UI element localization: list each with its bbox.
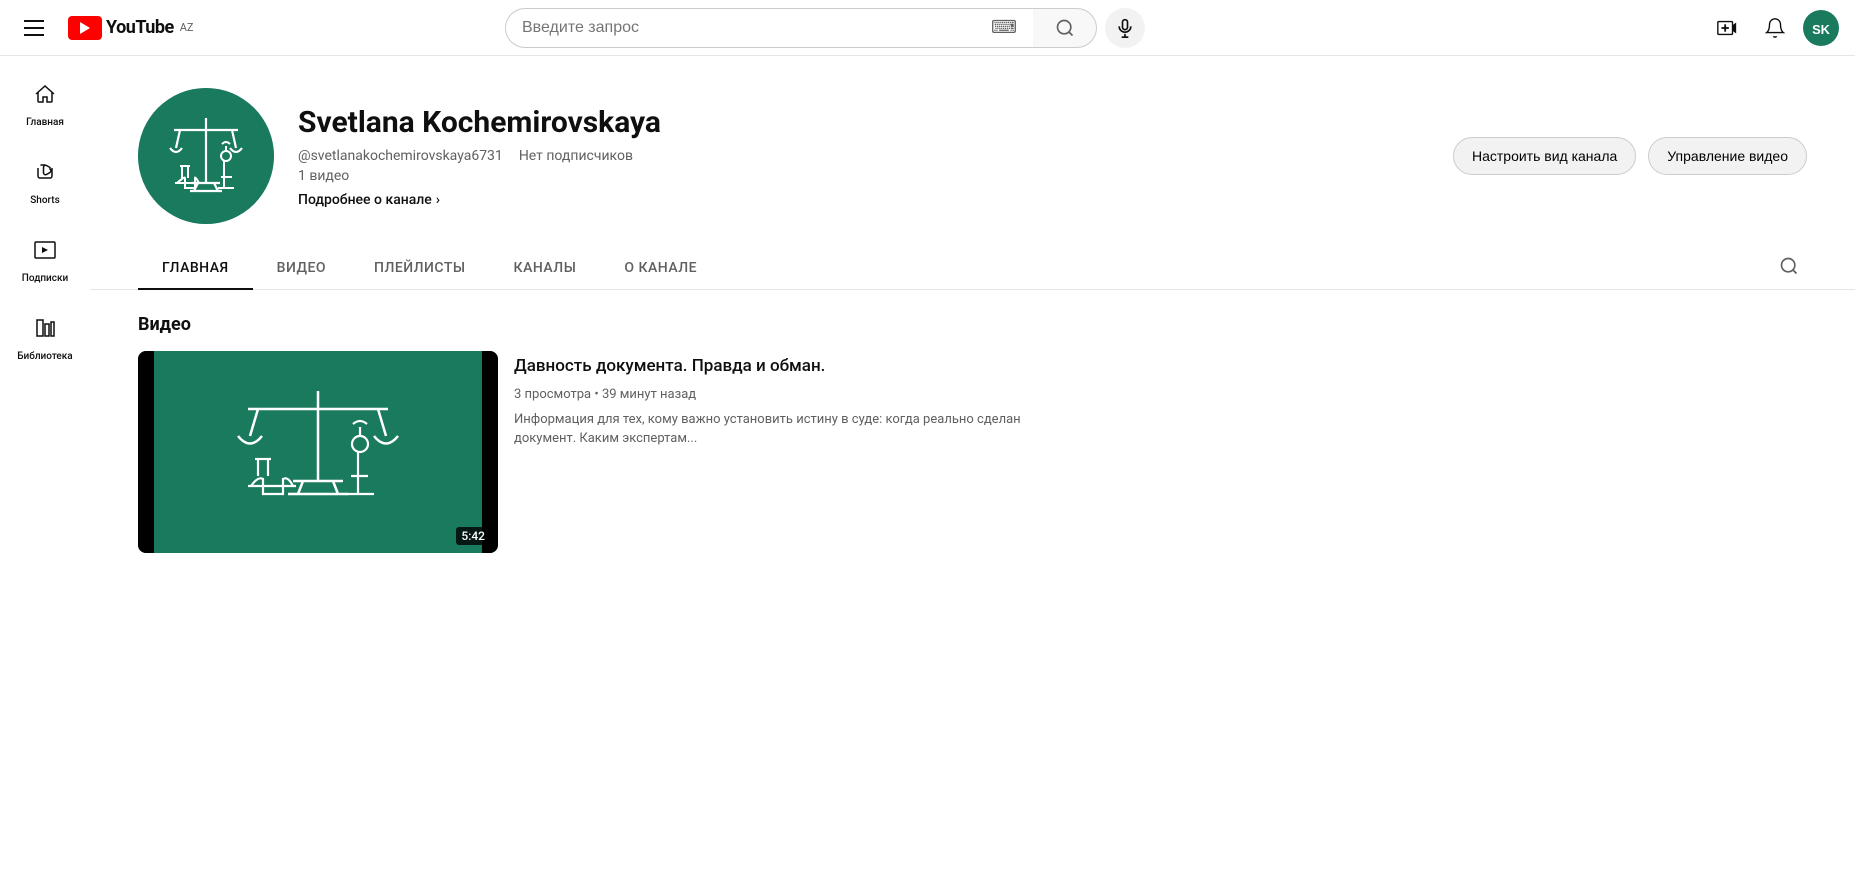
video-thumbnail[interactable]: 5:42	[138, 351, 498, 553]
channel-nav-videos[interactable]: ВИДЕО	[253, 248, 350, 290]
channel-meta: @svetlanakochemirovskaya6731 Нет подписч…	[298, 148, 1429, 164]
mic-icon	[1115, 18, 1135, 38]
search-form: ⌨	[505, 8, 1097, 48]
channel-videos-count: 1 видео	[298, 168, 1429, 184]
create-button[interactable]	[1707, 8, 1747, 48]
sidebar-item-shorts[interactable]: Shorts	[0, 146, 90, 220]
library-icon	[33, 316, 57, 345]
video-meta-separator: •	[594, 387, 602, 402]
main-content: Svetlana Kochemirovskaya @svetlanakochem…	[90, 56, 1855, 877]
thumbnail-image	[138, 351, 498, 553]
bell-icon	[1764, 17, 1786, 39]
header: YouTube AZ ⌨	[0, 0, 1855, 56]
youtube-logo-icon	[68, 16, 102, 40]
channel-more-link[interactable]: Подробнее о канале ›	[298, 192, 1429, 208]
svg-text:SK: SK	[1812, 21, 1831, 36]
logo-text: YouTube	[106, 17, 174, 38]
video-duration: 5:42	[456, 527, 490, 545]
header-left: YouTube AZ	[16, 12, 216, 44]
account-button[interactable]: SK	[1803, 10, 1839, 46]
section-title: Видео	[138, 314, 1807, 335]
header-right: SK	[1707, 8, 1839, 48]
search-button[interactable]	[1033, 8, 1097, 48]
search-input-wrapper: ⌨	[505, 8, 1033, 48]
video-meta: 3 просмотра • 39 минут назад	[514, 387, 1038, 402]
notifications-button[interactable]	[1755, 8, 1795, 48]
chevron-right-icon: ›	[436, 192, 440, 208]
subscriptions-icon	[33, 238, 57, 267]
channel-nav: ГЛАВНАЯ ВИДЕО ПЛЕЙЛИСТЫ КАНАЛЫ О КАНАЛЕ	[90, 248, 1855, 290]
video-info: Давность документа. Правда и обман. 3 пр…	[514, 351, 1038, 553]
customize-channel-button[interactable]: Настроить вид канала	[1453, 137, 1636, 175]
search-area: ⌨	[505, 8, 1145, 48]
channel-subscribers: Нет подписчиков	[519, 148, 633, 164]
channel-nav-about[interactable]: О КАНАЛЕ	[600, 248, 721, 290]
menu-button[interactable]	[16, 12, 52, 44]
video-views: 3 просмотра	[514, 387, 591, 402]
sidebar-label-library: Библиотека	[17, 351, 72, 362]
channel-handle: @svetlanakochemirovskaya6731	[298, 148, 503, 164]
video-card: 5:42 Давность документа. Правда и обман.…	[138, 351, 1038, 553]
mic-button[interactable]	[1105, 8, 1145, 48]
channel-header: Svetlana Kochemirovskaya @svetlanakochem…	[90, 56, 1855, 248]
sidebar-label-shorts: Shorts	[30, 195, 60, 206]
logo[interactable]: YouTube AZ	[68, 16, 194, 40]
manage-videos-button[interactable]: Управление видео	[1648, 137, 1807, 175]
sidebar: Главная Shorts Подписки	[0, 56, 90, 877]
channel-avatar	[138, 88, 274, 224]
channel-nav-playlists[interactable]: ПЛЕЙЛИСТЫ	[350, 248, 490, 290]
sidebar-item-subscriptions[interactable]: Подписки	[0, 224, 90, 298]
channel-info: Svetlana Kochemirovskaya @svetlanakochem…	[298, 105, 1429, 208]
channel-actions: Настроить вид канала Управление видео	[1453, 137, 1807, 175]
sidebar-label-subscriptions: Подписки	[22, 273, 68, 284]
layout: Главная Shorts Подписки	[0, 56, 1855, 877]
channel-nav-home[interactable]: ГЛАВНАЯ	[138, 248, 253, 290]
sidebar-label-home: Главная	[26, 117, 64, 128]
video-description: Информация для тех, кому важно установит…	[514, 410, 1038, 449]
shorts-icon	[33, 160, 57, 189]
channel-search-icon[interactable]	[1771, 248, 1807, 289]
video-time: 39 минут назад	[602, 387, 696, 402]
thumbnail-left-bar	[138, 351, 154, 553]
sidebar-item-home[interactable]: Главная	[0, 68, 90, 142]
avatar-icon: SK	[1807, 14, 1835, 42]
channel-avatar-image	[138, 88, 274, 224]
create-icon	[1716, 17, 1738, 39]
channel-name: Svetlana Kochemirovskaya	[298, 105, 1429, 140]
thumbnail-right-bar	[482, 351, 498, 553]
channel-nav-channels[interactable]: КАНАЛЫ	[490, 248, 601, 290]
video-title[interactable]: Давность документа. Правда и обман.	[514, 355, 1038, 379]
keyboard-icon[interactable]: ⌨	[991, 17, 1017, 38]
sidebar-item-library[interactable]: Библиотека	[0, 302, 90, 376]
logo-region: AZ	[180, 21, 194, 34]
home-icon	[33, 82, 57, 111]
search-input[interactable]	[522, 19, 991, 37]
channel-content: Видео	[90, 290, 1855, 577]
search-icon	[1055, 18, 1075, 38]
